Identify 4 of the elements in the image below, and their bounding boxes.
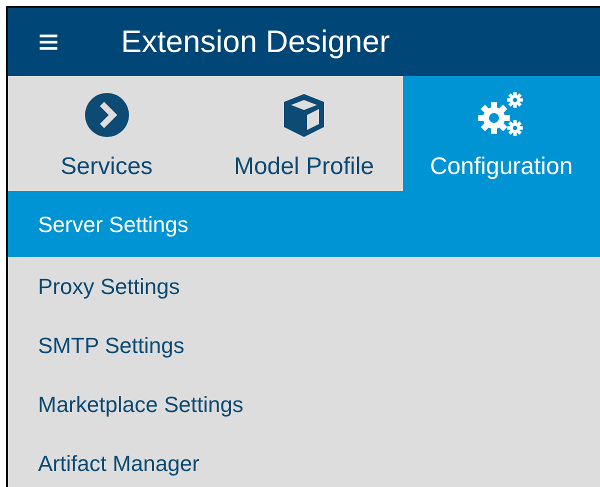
- gears-icon: [477, 91, 526, 139]
- app-title: Extension Designer: [121, 22, 390, 61]
- chevron-circle-icon: [82, 91, 131, 139]
- menu-button[interactable]: ≡: [34, 24, 64, 60]
